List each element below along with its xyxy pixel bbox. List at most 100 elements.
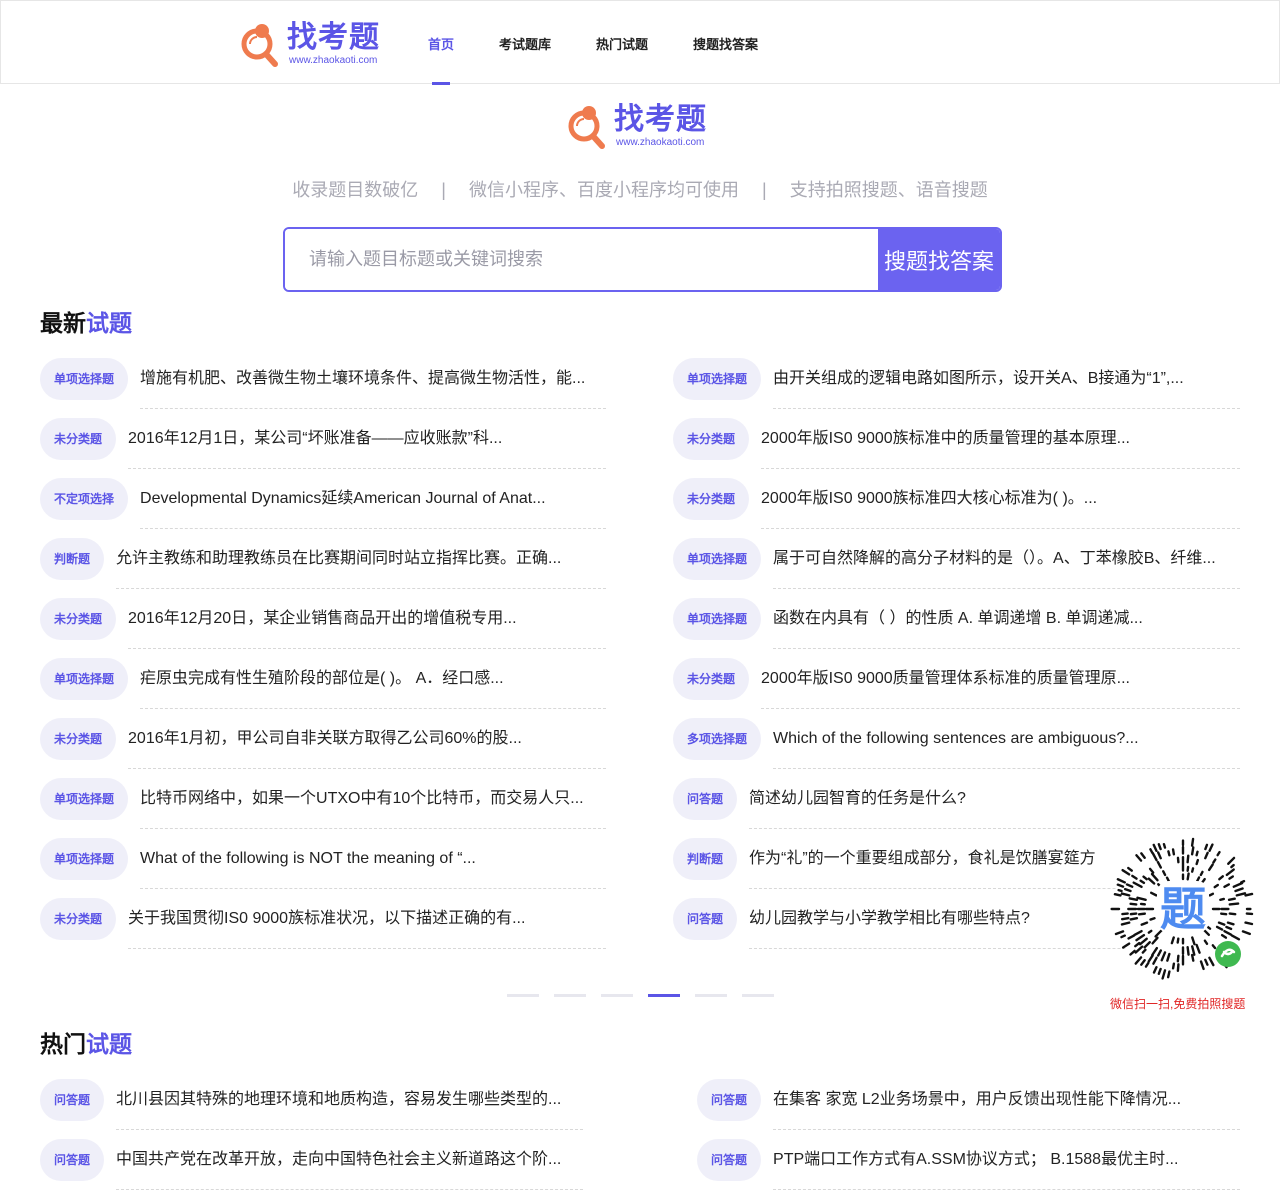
question-type-tag: 未分类题 <box>40 898 117 940</box>
pager-dot[interactable] <box>507 994 539 997</box>
main-nav: 首页 考试题库 热门试题 搜题找答案 <box>428 1 803 85</box>
question-title-link[interactable]: 2000年版IS0 9000族标准中的质量管理的基本原理... <box>761 409 1240 469</box>
question-item[interactable]: 未分类题 2016年12月20日，某企业销售商品开出的增值税专用... <box>40 589 606 649</box>
question-type-tag: 单项选择题 <box>40 838 129 880</box>
nav-item-exam-bank[interactable]: 考试题库 <box>499 1 551 85</box>
question-type-tag: 未分类题 <box>673 658 750 700</box>
question-title-link[interactable]: 函数在内具有（ ）的性质 A. 单调递增 B. 单调递减... <box>773 589 1240 649</box>
question-type-tag: 多项选择题 <box>673 718 762 760</box>
header-logo[interactable]: 找考题 www.zhaokaoti.com <box>241 21 380 67</box>
question-item[interactable]: 未分类题 关于我国贯彻IS0 9000族标准状况，以下描述正确的有... <box>40 889 606 949</box>
question-item[interactable]: 单项选择题 函数在内具有（ ）的性质 A. 单调递增 B. 单调递减... <box>673 589 1240 649</box>
question-item[interactable]: 问答题 在集客 家宽 L2业务场景中，用户反馈出现性能下降情况... <box>697 1070 1240 1130</box>
question-item[interactable]: 不定项选择 Developmental Dynamics延续American Jo… <box>40 469 606 529</box>
question-type-tag: 单项选择题 <box>40 658 129 700</box>
question-type-tag: 判断题 <box>673 838 738 880</box>
question-type-tag: 单项选择题 <box>673 538 762 580</box>
question-title-link[interactable]: 疟原虫完成有性生殖阶段的部位是( )。 A．经口感... <box>140 649 606 709</box>
feature-line: 收录题目数破亿 | 微信小程序、百度小程序均可使用 | 支持拍照搜题、语音搜题 <box>0 176 1280 202</box>
brand-url: www.zhaokaoti.com <box>289 55 378 66</box>
latest-title-b: 试题 <box>86 310 132 336</box>
magnifier-logo-icon <box>241 24 278 67</box>
question-type-tag: 问答题 <box>697 1079 762 1121</box>
brand-name: 找考题 <box>287 20 380 55</box>
pager-dot[interactable] <box>554 994 586 997</box>
question-item[interactable]: 问答题 PTP端口工作方式有A.SSM协议方式； B.1588最优主时... <box>697 1130 1240 1190</box>
question-type-tag: 未分类题 <box>40 598 117 640</box>
question-item[interactable]: 问答题 简述幼儿园智育的任务是什么? <box>673 769 1240 829</box>
question-title-link[interactable]: PTP端口工作方式有A.SSM协议方式； B.1588最优主时... <box>773 1130 1240 1190</box>
question-type-tag: 不定项选择 <box>40 478 129 520</box>
question-type-tag: 单项选择题 <box>673 598 762 640</box>
feature-item: 收录题目数破亿 <box>292 180 419 200</box>
question-title-link[interactable]: 关于我国贯彻IS0 9000族标准状况，以下描述正确的有... <box>128 889 606 949</box>
question-type-tag: 问答题 <box>40 1139 105 1181</box>
question-item[interactable]: 单项选择题 比特币网络中，如果一个UTXO中有10个比特币，而交易人只... <box>40 769 606 829</box>
question-title-link[interactable]: 增施有机肥、改善微生物土壤环境条件、提高微生物活性，能... <box>140 349 606 409</box>
pager-dot[interactable] <box>742 994 774 997</box>
question-title-link[interactable]: Developmental Dynamics延续American Journal… <box>140 469 606 529</box>
question-title-link[interactable]: 2016年1月初，甲公司自非关联方取得乙公司60%的股... <box>128 709 606 769</box>
qr-caption: 微信扫一扫,免费拍照搜题 <box>1110 997 1246 1011</box>
question-type-tag: 问答题 <box>673 778 738 820</box>
question-item[interactable]: 单项选择题 属于可自然降解的高分子材料的是（）。A、丁苯橡胶B、纤维... <box>673 529 1240 589</box>
question-item[interactable]: 判断题 允许主教练和助理教练员在比赛期间同时站立指挥比赛。正确... <box>40 529 606 589</box>
question-type-tag: 问答题 <box>697 1139 762 1181</box>
question-type-tag: 单项选择题 <box>40 778 129 820</box>
pager-dot[interactable] <box>648 994 680 997</box>
question-item[interactable]: 问答题 中国共产党在改革开放，走向中国特色社会主义新道路这个阶... <box>40 1130 583 1190</box>
question-title-link[interactable]: 2000年版IS0 9000族标准四大核心标准为( )。... <box>761 469 1240 529</box>
question-title-link[interactable]: 2016年12月1日，某公司“坏账准备——应收账款”科... <box>128 409 606 469</box>
wechat-qr-panel: 题 微信扫一扫,免费拍照搜题 <box>1110 836 1260 1012</box>
question-item[interactable]: 问答题 北川县因其特殊的地理环境和地质构造，容易发生哪些类型的... <box>40 1070 583 1130</box>
question-title-link[interactable]: 允许主教练和助理教练员在比赛期间同时站立指挥比赛。正确... <box>116 529 606 589</box>
question-title-link[interactable]: 比特币网络中，如果一个UTXO中有10个比特币，而交易人只... <box>140 769 606 829</box>
question-item[interactable]: 单项选择题 增施有机肥、改善微生物土壤环境条件、提高微生物活性，能... <box>40 349 606 409</box>
nav-item-search-answers[interactable]: 搜题找答案 <box>693 1 758 85</box>
hero-brand-name: 找考题 <box>614 102 707 137</box>
question-title-link[interactable]: 中国共产党在改革开放，走向中国特色社会主义新道路这个阶... <box>116 1130 583 1190</box>
question-item[interactable]: 多项选择题 Which of the following sentences ar… <box>673 709 1240 769</box>
question-type-tag: 未分类题 <box>40 418 117 460</box>
question-item[interactable]: 未分类题 2000年版IS0 9000族标准中的质量管理的基本原理... <box>673 409 1240 469</box>
feature-item: 微信小程序、百度小程序均可使用 <box>469 180 739 200</box>
question-title-link[interactable]: Which of the following sentences are amb… <box>773 709 1240 769</box>
question-item[interactable]: 单项选择题 疟原虫完成有性生殖阶段的部位是( )。 A．经口感... <box>40 649 606 709</box>
question-item[interactable]: 未分类题 2016年1月初，甲公司自非关联方取得乙公司60%的股... <box>40 709 606 769</box>
nav-item-home[interactable]: 首页 <box>428 1 454 85</box>
question-title-link[interactable]: 简述幼儿园智育的任务是什么? <box>749 769 1240 829</box>
search-button[interactable]: 搜题找答案 <box>878 229 1000 290</box>
question-title-link[interactable]: 北川县因其特殊的地理环境和地质构造，容易发生哪些类型的... <box>116 1070 583 1130</box>
hero-brand-url: www.zhaokaoti.com <box>616 137 705 148</box>
wechat-qr-code-icon[interactable]: 题 <box>1110 836 1256 982</box>
latest-section-title: 最新试题 <box>40 304 152 342</box>
magnifier-logo-icon <box>568 106 605 149</box>
question-title-link[interactable]: 在集客 家宽 L2业务场景中，用户反馈出现性能下降情况... <box>773 1070 1240 1130</box>
question-title-link[interactable]: 2016年12月20日，某企业销售商品开出的增值税专用... <box>128 589 606 649</box>
feature-separator: | <box>441 180 446 200</box>
question-type-tag: 问答题 <box>673 898 738 940</box>
qr-center-glyph: 题 <box>1160 882 1206 936</box>
question-type-tag: 判断题 <box>40 538 105 580</box>
pager-dot[interactable] <box>695 994 727 997</box>
search-bar: 搜题找答案 <box>283 227 1002 292</box>
question-item[interactable]: 未分类题 2016年12月1日，某公司“坏账准备——应收账款”科... <box>40 409 606 469</box>
hero-logo: 找考题 www.zhaokaoti.com <box>568 103 707 149</box>
question-type-tag: 未分类题 <box>673 418 750 460</box>
question-type-tag: 单项选择题 <box>40 358 129 400</box>
question-item[interactable]: 未分类题 2000年版IS0 9000质量管理体系标准的质量管理原... <box>673 649 1240 709</box>
question-item[interactable]: 单项选择题 What of the following is NOT the me… <box>40 829 606 889</box>
pager-dot[interactable] <box>601 994 633 997</box>
top-header: 找考题 www.zhaokaoti.com 首页 考试题库 热门试题 搜题找答案 <box>0 0 1280 85</box>
hot-section-title: 热门试题 <box>40 1025 152 1063</box>
question-type-tag: 未分类题 <box>673 478 750 520</box>
search-input[interactable] <box>285 229 878 290</box>
question-type-tag: 问答题 <box>40 1079 105 1121</box>
question-title-link[interactable]: 2000年版IS0 9000质量管理体系标准的质量管理原... <box>761 649 1240 709</box>
question-item[interactable]: 未分类题 2000年版IS0 9000族标准四大核心标准为( )。... <box>673 469 1240 529</box>
question-title-link[interactable]: 属于可自然降解的高分子材料的是（）。A、丁苯橡胶B、纤维... <box>773 529 1240 589</box>
question-title-link[interactable]: 由开关组成的逻辑电路如图所示，设开关A、B接通为“1”,... <box>773 349 1240 409</box>
nav-item-hot-questions[interactable]: 热门试题 <box>596 1 648 85</box>
question-item[interactable]: 单项选择题 由开关组成的逻辑电路如图所示，设开关A、B接通为“1”,... <box>673 349 1240 409</box>
question-title-link[interactable]: What of the following is NOT the meaning… <box>140 829 606 889</box>
